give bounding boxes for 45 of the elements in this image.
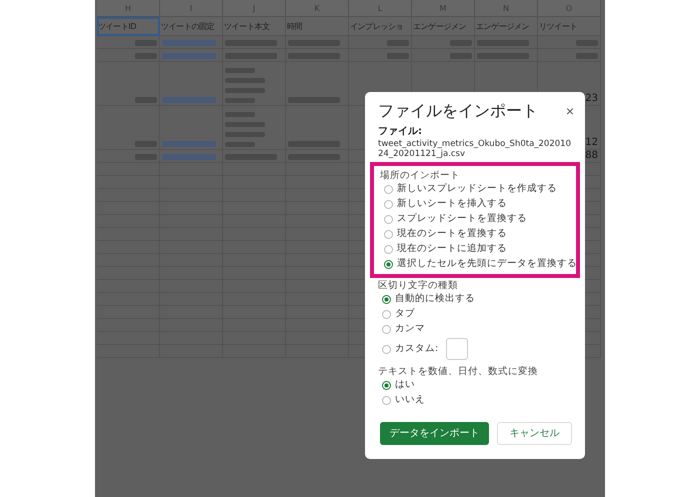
- cancel-button[interactable]: キャンセル: [497, 422, 572, 445]
- import-button[interactable]: データをインポート: [380, 422, 490, 445]
- table-cell: 23: [585, 93, 598, 104]
- option-label[interactable]: 新しいシートを挿入する: [397, 198, 507, 210]
- header-cell[interactable]: インプレッショ: [349, 17, 412, 36]
- option-label[interactable]: はい: [395, 380, 415, 391]
- radio-button[interactable]: [384, 244, 393, 254]
- dialog-title: ファイルをインポート: [378, 102, 538, 120]
- option-label[interactable]: スプレッドシートを置換する: [397, 214, 527, 225]
- radio-button[interactable]: [382, 324, 391, 334]
- header-cell[interactable]: リツイート: [538, 17, 601, 36]
- input-field[interactable]: [446, 338, 468, 360]
- radio-button[interactable]: [384, 214, 393, 224]
- header-cell[interactable]: エンゲージメン: [412, 17, 475, 36]
- radio-button[interactable]: [382, 294, 391, 304]
- option-label[interactable]: 現在のシートに追加する: [397, 244, 507, 255]
- option-label[interactable]: カンマ: [395, 324, 425, 335]
- close-button[interactable]: ×: [566, 103, 574, 120]
- option-label[interactable]: カスタム:: [395, 344, 438, 355]
- header-cell[interactable]: ツイートID: [97, 17, 160, 36]
- header-cell[interactable]: ツイートの固定: [160, 17, 223, 36]
- section-title: 区切り文字の種類: [378, 280, 459, 292]
- option-label[interactable]: 選択したセルを先頭にデータを置換する: [397, 258, 577, 270]
- radio-button[interactable]: [384, 260, 393, 269]
- option-label[interactable]: いいえ: [395, 394, 425, 406]
- table-cell: 12: [585, 137, 598, 148]
- option-label[interactable]: 自動的に検出する: [395, 294, 475, 305]
- header-cell[interactable]: 時間: [286, 17, 349, 36]
- option-label[interactable]: タブ: [395, 308, 415, 320]
- radio-button[interactable]: [384, 230, 393, 239]
- table-cell: 88: [585, 150, 598, 161]
- header-cell[interactable]: エンゲージメン: [475, 17, 538, 36]
- radio-button[interactable]: [382, 380, 391, 390]
- header-cell[interactable]: ツイート本文: [223, 17, 286, 36]
- radio-button[interactable]: [382, 310, 391, 319]
- file-name: tweet_activity_metrics_Okubo_Sh0ta_20201024_20201121_ja.csv: [378, 138, 572, 159]
- radio-button[interactable]: [384, 200, 393, 209]
- radio-button[interactable]: [384, 184, 393, 194]
- section-title: 場所のインポート: [380, 170, 461, 182]
- file-label: ファイル:: [378, 126, 423, 138]
- option-label[interactable]: 新しいスプレッドシートを作成する: [397, 184, 557, 195]
- section-title: テキストを数値、日付、数式に変換: [378, 366, 539, 378]
- radio-button[interactable]: [382, 396, 391, 405]
- radio-button[interactable]: [382, 344, 391, 354]
- option-label[interactable]: 現在のシートを置換する: [397, 228, 507, 240]
